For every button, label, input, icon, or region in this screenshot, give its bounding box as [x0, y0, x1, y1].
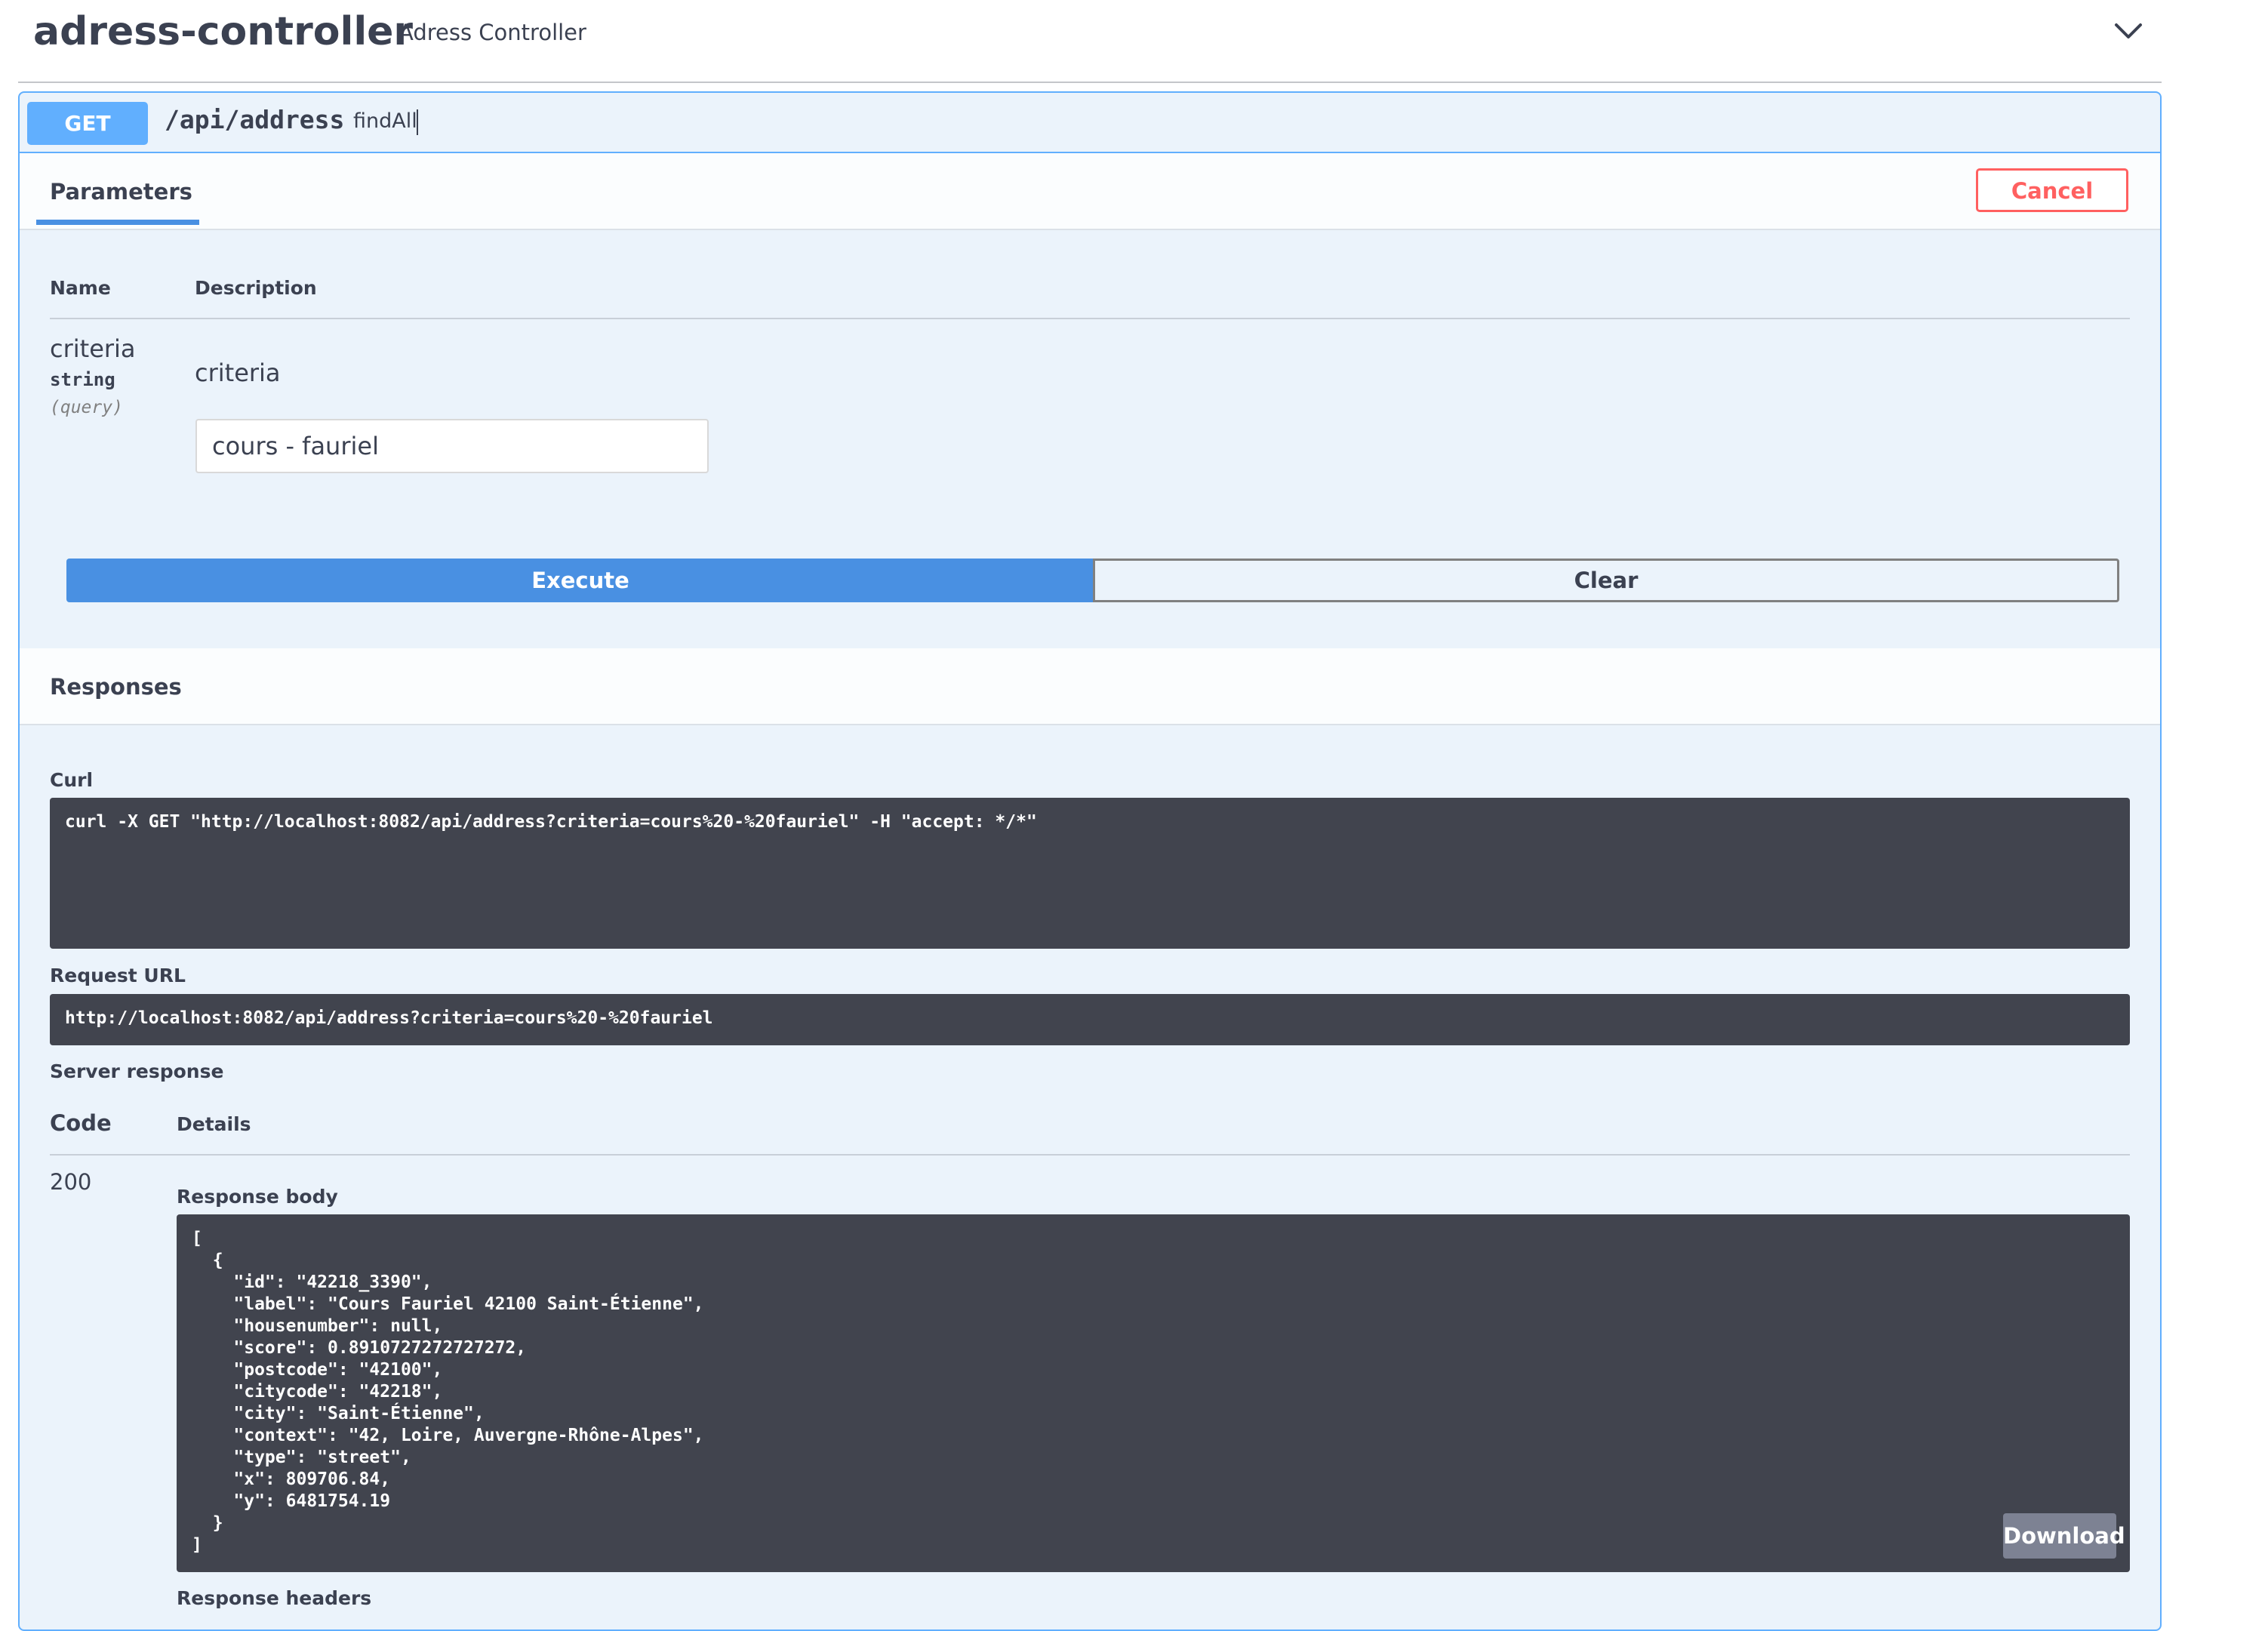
response-headers-label: Response headers	[177, 1587, 372, 1609]
param-header-divider	[50, 318, 2130, 319]
details-column-header: Details	[177, 1113, 251, 1135]
curl-command[interactable]: curl -X GET "http://localhost:8082/api/a…	[50, 798, 2130, 949]
criteria-input[interactable]	[195, 419, 709, 473]
param-description: criteria	[195, 359, 281, 387]
responses-section-header: Responses	[20, 648, 2160, 725]
download-button[interactable]: Download	[2003, 1513, 2125, 1559]
param-type: string	[50, 369, 115, 390]
request-url[interactable]: http://localhost:8082/api/address?criter…	[50, 994, 2130, 1045]
execute-button[interactable]: Execute	[66, 559, 1094, 602]
param-location: (query)	[50, 398, 123, 417]
server-response-label: Server response	[50, 1060, 224, 1082]
cancel-button[interactable]: Cancel	[1976, 168, 2128, 212]
code-column-header: Code	[50, 1110, 112, 1136]
text-cursor	[417, 109, 418, 135]
controller-header[interactable]: adress-controller Adress Controller	[18, 0, 2162, 83]
operation-id: findAll	[353, 109, 417, 133]
responses-title: Responses	[50, 674, 182, 700]
response-body[interactable]: [ { "id": "42218_3390", "label": "Cours …	[177, 1214, 2130, 1572]
chevron-down-icon[interactable]	[2112, 18, 2145, 44]
operation-path: /api/address	[165, 105, 345, 134]
operation-summary[interactable]: GET /api/address findAll	[20, 93, 2160, 153]
clear-button[interactable]: Clear	[1093, 559, 2119, 602]
tab-parameters[interactable]: Parameters	[50, 179, 192, 205]
controller-title: adress-controller	[33, 9, 414, 54]
method-badge: GET	[27, 102, 148, 145]
curl-label: Curl	[50, 769, 94, 791]
tab-active-indicator	[36, 220, 199, 225]
param-header-description: Description	[195, 277, 317, 299]
response-body-label: Response body	[177, 1186, 338, 1208]
controller-description: Adress Controller	[399, 20, 586, 45]
param-header-name: Name	[50, 277, 111, 299]
param-name: criteria	[50, 334, 136, 363]
operation-block: GET /api/address findAll Parameters Canc…	[18, 91, 2162, 1631]
parameters-section-header: Parameters	[20, 153, 2160, 230]
server-response-divider	[50, 1154, 2130, 1156]
request-url-label: Request URL	[50, 965, 186, 986]
response-code: 200	[50, 1169, 92, 1195]
